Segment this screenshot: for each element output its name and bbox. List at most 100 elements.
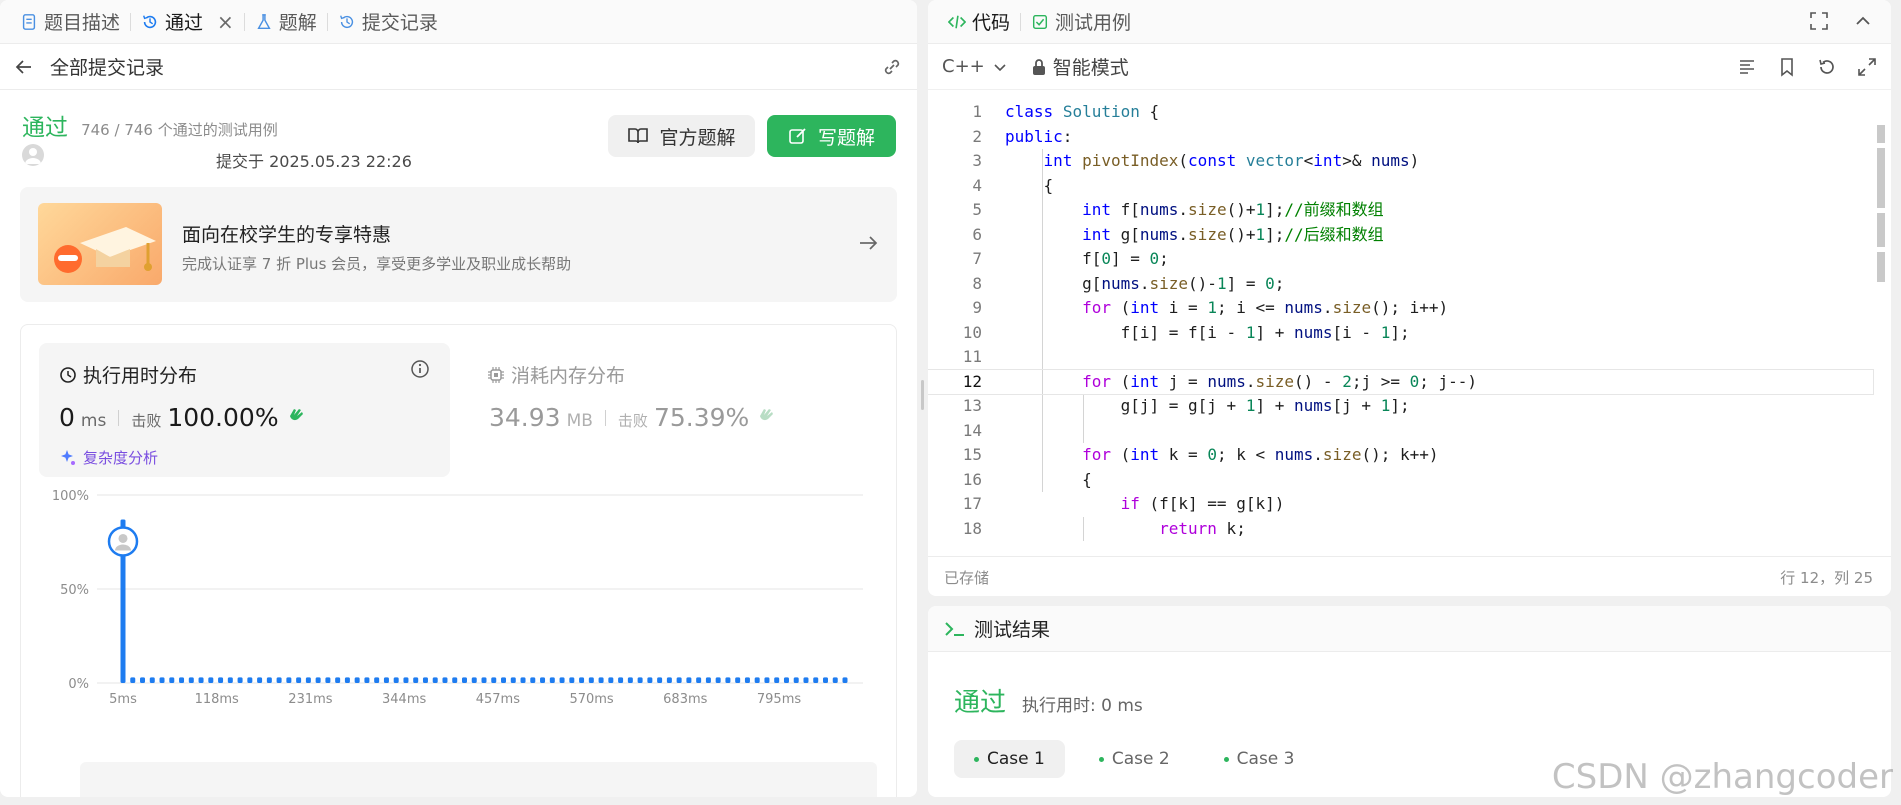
- user-icon: [25, 148, 41, 164]
- clap-icon: [760, 409, 774, 421]
- editor-window-controls: [1809, 11, 1873, 31]
- avatar[interactable]: [22, 144, 44, 166]
- code-area[interactable]: 1 class Solution { 2 public: 3 int pivotIn…: [928, 100, 1878, 541]
- editor-tab-bar: 代码 测试用例: [928, 0, 1891, 44]
- chart-bar: [705, 677, 711, 683]
- student-promo-banner[interactable]: 面向在校学生的专享特惠 完成认证享 7 折 Plus 会员，享受更多学业及职业成…: [20, 187, 897, 302]
- editor-status-bar: 已存储 行 12，列 25: [928, 556, 1891, 596]
- link-icon[interactable]: [881, 56, 903, 78]
- code-line: 8 g[nums.size()-1] = 0;: [972, 273, 1285, 293]
- code-line: 7 f[0] = 0;: [972, 249, 1169, 268]
- chart-bar: [393, 677, 399, 683]
- chart-bar: [657, 677, 663, 683]
- chart-bar: [383, 677, 389, 683]
- chart-bar: [618, 677, 624, 683]
- chart-bar: [549, 677, 555, 683]
- y-tick-label: 100%: [52, 489, 89, 504]
- chart-bar: [842, 677, 848, 683]
- chart-bar: [520, 677, 526, 683]
- expand-icon[interactable]: [1857, 57, 1877, 77]
- memory-title[interactable]: 消耗内存分布: [487, 361, 625, 388]
- official-solution-button[interactable]: 官方题解: [608, 115, 755, 157]
- chart-bar: [413, 677, 419, 683]
- watermark: CSDN @zhangcoder: [1551, 757, 1893, 797]
- terminal-icon: [945, 621, 964, 636]
- case-tab-1[interactable]: Case 1: [954, 740, 1065, 778]
- case-tabs: Case 1 Case 2 Case 3: [954, 740, 1314, 778]
- arrow-right-icon[interactable]: [857, 232, 879, 254]
- chart-bar: [305, 677, 311, 683]
- arrow-left-icon[interactable]: [14, 57, 34, 77]
- chart-bar: [257, 677, 263, 683]
- code-line: 17 if (f[k] == g[k]): [962, 494, 1285, 513]
- chart-bar: [471, 677, 477, 683]
- runtime-stat-box[interactable]: 执行用时分布 0 ms 击败 100.00% 复杂度分析: [39, 343, 450, 477]
- code-preview-stub: [80, 762, 877, 797]
- mode-label: 智能模式: [1052, 57, 1129, 79]
- sparkle-icon: [61, 449, 75, 465]
- chart-bar: [491, 677, 497, 683]
- chevron-down-icon: [994, 63, 1006, 71]
- info-icon[interactable]: [410, 359, 430, 379]
- chart-bar: [822, 677, 828, 683]
- checkbox-icon: [1032, 14, 1048, 29]
- smart-mode-toggle[interactable]: 智能模式: [1031, 53, 1129, 80]
- runtime-title: 执行用时分布: [59, 361, 197, 388]
- avatar-head-shape: [118, 533, 128, 543]
- promo-title: 面向在校学生的专享特惠: [182, 224, 392, 246]
- tab-accepted-label: 通过: [165, 12, 204, 34]
- scrollbar-overview[interactable]: [1877, 125, 1885, 287]
- chart-bar: [832, 677, 838, 683]
- format-icon[interactable]: [1737, 57, 1757, 77]
- chart-bar: [276, 677, 282, 683]
- tab-accepted[interactable]: 通过 ×: [131, 0, 244, 44]
- x-tick-label: 457ms: [476, 692, 520, 707]
- chart-bar: [335, 677, 341, 683]
- runtime-beat-pct: 100.00%: [167, 403, 279, 432]
- chart-bar: [803, 677, 809, 683]
- chart-bar: [218, 677, 224, 683]
- panel-resize-handle[interactable]: [921, 380, 924, 410]
- editor-toolbar: C++ 智能模式: [928, 44, 1891, 90]
- close-icon[interactable]: ×: [217, 10, 234, 34]
- tab-submissions[interactable]: 提交记录: [328, 0, 448, 44]
- document-icon: [22, 13, 36, 30]
- tab-testcases[interactable]: 测试用例: [1021, 0, 1141, 44]
- graduation-cap-icon: [38, 203, 162, 285]
- complexity-analysis-link[interactable]: 复杂度分析: [59, 447, 158, 468]
- tab-code[interactable]: 代码: [938, 0, 1020, 44]
- tab-solutions[interactable]: 题解: [245, 0, 327, 44]
- chart-bar: [179, 677, 185, 683]
- memory-value: 34.93: [489, 403, 561, 432]
- back-bar-title: 全部提交记录: [50, 57, 165, 79]
- language-select[interactable]: C++: [942, 56, 1007, 77]
- code-line: 2 public:: [972, 126, 1073, 146]
- code-line: 3 int pivotIndex(const vector<int>& nums…: [972, 151, 1420, 170]
- tab-description-label: 题目描述: [44, 12, 121, 34]
- case-tab-2[interactable]: Case 2: [1079, 740, 1190, 778]
- testcase-count: 746 / 746 个通过的测试用例: [81, 121, 278, 139]
- chart-bar: [754, 677, 760, 683]
- chart-bar: [481, 677, 487, 683]
- chart-bar: [149, 677, 155, 683]
- code-line-current: 12 for (int j = nums.size() - 2;j >= 0; …: [928, 368, 1874, 395]
- code-line: 15 for (int k = 0; k < nums.size(); k++): [962, 445, 1439, 464]
- bookmark-icon[interactable]: [1777, 57, 1797, 77]
- chart-bar: [296, 677, 302, 683]
- chevron-up-icon[interactable]: [1853, 11, 1873, 31]
- chart-bar: [315, 677, 321, 683]
- case-label: Case 2: [1111, 749, 1170, 769]
- chart-bar: [774, 677, 780, 683]
- write-solution-label: 写题解: [817, 126, 875, 149]
- write-solution-button[interactable]: 写题解: [767, 115, 896, 157]
- tab-description[interactable]: 题目描述: [10, 0, 130, 44]
- code-editor-panel: 代码 测试用例 C++ 智能模式 1 class Solution {2 pu…: [928, 0, 1891, 596]
- memory-title-label: 消耗内存分布: [511, 365, 626, 387]
- chart-bar: [501, 677, 507, 683]
- runtime-distribution-chart[interactable]: 100% 50% 0% 5ms 118ms 231ms 344ms 457ms 570ms 683…: [21, 485, 898, 725]
- fullscreen-icon[interactable]: [1809, 11, 1829, 31]
- case-tab-3[interactable]: Case 3: [1204, 740, 1315, 778]
- reset-icon[interactable]: [1817, 57, 1837, 77]
- chart-bar: [432, 677, 438, 683]
- case-label: Case 3: [1236, 749, 1295, 769]
